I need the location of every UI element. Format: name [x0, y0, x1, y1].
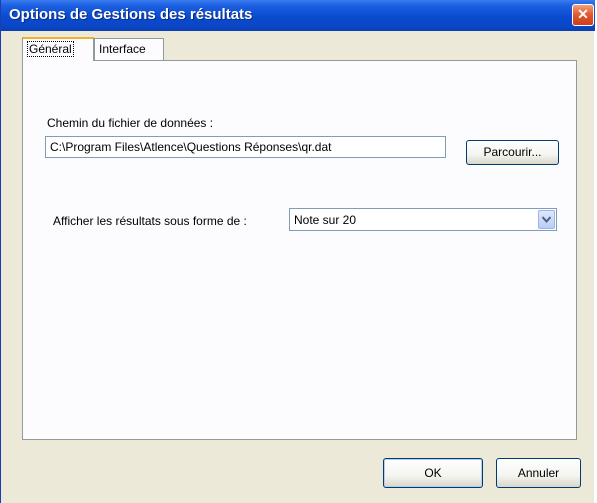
- close-button[interactable]: ✕: [572, 4, 594, 26]
- close-icon: ✕: [577, 6, 589, 22]
- data-path-field[interactable]: C:\Program Files\Atlence\Questions Répon…: [45, 136, 446, 158]
- cancel-button-label: Annuler: [517, 466, 560, 480]
- general-tab-panel: Chemin du fichier de données : C:\Progra…: [22, 60, 577, 440]
- data-path-value: C:\Program Files\Atlence\Questions Répon…: [50, 140, 332, 154]
- display-format-label: Afficher les résultats sous forme de :: [53, 214, 247, 228]
- tab-general-label: Général: [27, 41, 74, 57]
- ok-button-label: OK: [424, 466, 442, 480]
- window-title: Options de Gestions des résultats: [9, 6, 253, 23]
- ok-button[interactable]: OK: [383, 458, 483, 488]
- tab-interface[interactable]: Interface: [94, 38, 164, 60]
- options-dialog: Options de Gestions des résultats ✕ Géné…: [0, 0, 595, 503]
- display-format-value: Note sur 20: [294, 213, 357, 227]
- dropdown-arrow-button[interactable]: [538, 210, 555, 229]
- cancel-button[interactable]: Annuler: [496, 458, 581, 488]
- browse-button-label: Parcourir...: [483, 145, 542, 159]
- chevron-down-icon: [542, 216, 551, 223]
- tab-interface-label: Interface: [99, 42, 146, 56]
- display-format-select[interactable]: Note sur 20: [289, 208, 557, 231]
- browse-button[interactable]: Parcourir...: [466, 140, 559, 165]
- data-path-label: Chemin du fichier de données :: [47, 116, 214, 130]
- title-bar[interactable]: Options de Gestions des résultats ✕: [1, 0, 595, 31]
- tab-general[interactable]: Général: [22, 37, 94, 61]
